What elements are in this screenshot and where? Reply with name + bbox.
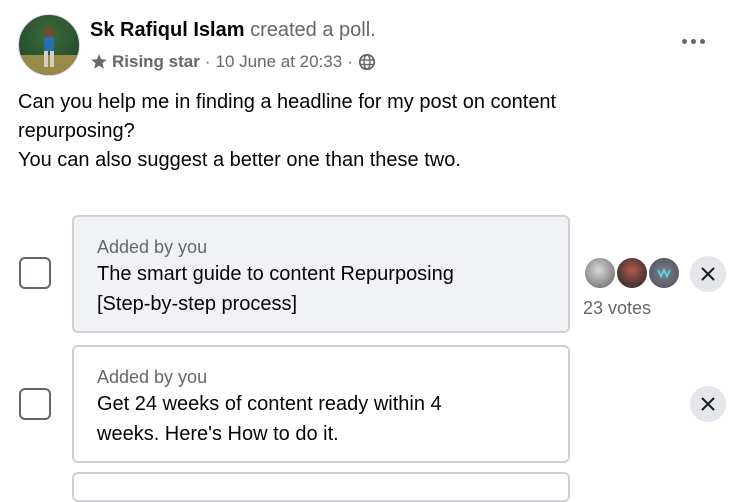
voter-avatar [647, 256, 681, 290]
option-added-by: Added by you [97, 237, 208, 257]
post-body-line: You can also suggest a better one than t… [18, 149, 461, 171]
post-meta: Rising star · 10 June at 20:33 · [90, 50, 376, 74]
voter-avatars[interactable] [583, 256, 683, 292]
close-icon [701, 267, 715, 281]
post-header: Sk Rafiqul Islam created a poll. [90, 17, 376, 43]
more-icon-dot [699, 38, 705, 44]
globe-icon [358, 53, 375, 71]
poll-option-1[interactable]: Added by you The smart guide to content … [72, 215, 570, 333]
voter-avatar [583, 256, 617, 290]
meta-separator: · [204, 52, 211, 71]
poll-option-1-votes[interactable]: 23 votes [583, 296, 651, 320]
option-text-line: [Step-by-step process] [97, 293, 298, 315]
remove-option-2-button[interactable] [690, 386, 726, 422]
close-icon [701, 397, 715, 411]
poll-option-3[interactable] [72, 472, 570, 502]
meta-separator: · [347, 52, 353, 71]
voter-logo-icon [657, 267, 671, 279]
option-added-by: Added by you [97, 367, 208, 387]
option-text-line: weeks. Here's How to do it. [97, 423, 339, 445]
option-text-line: The smart guide to content Repurposing [97, 263, 454, 285]
poll-option-2[interactable]: Added by you Get 24 weeks of content rea… [72, 345, 570, 463]
option-text: The smart guide to content Repurposing [… [97, 259, 568, 319]
author-avatar[interactable] [18, 14, 80, 76]
option-text-line: Get 24 weeks of content ready within 4 [97, 393, 442, 415]
more-icon-dot [690, 38, 696, 44]
more-options-button[interactable] [676, 27, 710, 55]
poll-option-2-checkbox[interactable] [19, 388, 51, 420]
post-body: Can you help me in finding a headline fo… [18, 88, 708, 175]
post-body-line: repurposing? [18, 120, 135, 142]
voter-avatar [615, 256, 649, 290]
remove-option-1-button[interactable] [690, 256, 726, 292]
rising-star-icon [91, 54, 107, 69]
post-body-line: Can you help me in finding a headline fo… [18, 91, 557, 113]
post-timestamp[interactable]: 10 June at 20:33 [216, 50, 343, 74]
post-action: created a poll. [250, 19, 376, 41]
avatar-image [19, 27, 79, 75]
poll-option-1-checkbox[interactable] [19, 257, 51, 289]
option-text: Get 24 weeks of content ready within 4 w… [97, 389, 568, 449]
badge-label[interactable]: Rising star [112, 50, 200, 74]
more-icon [681, 38, 687, 44]
author-name[interactable]: Sk Rafiqul Islam [90, 19, 245, 41]
